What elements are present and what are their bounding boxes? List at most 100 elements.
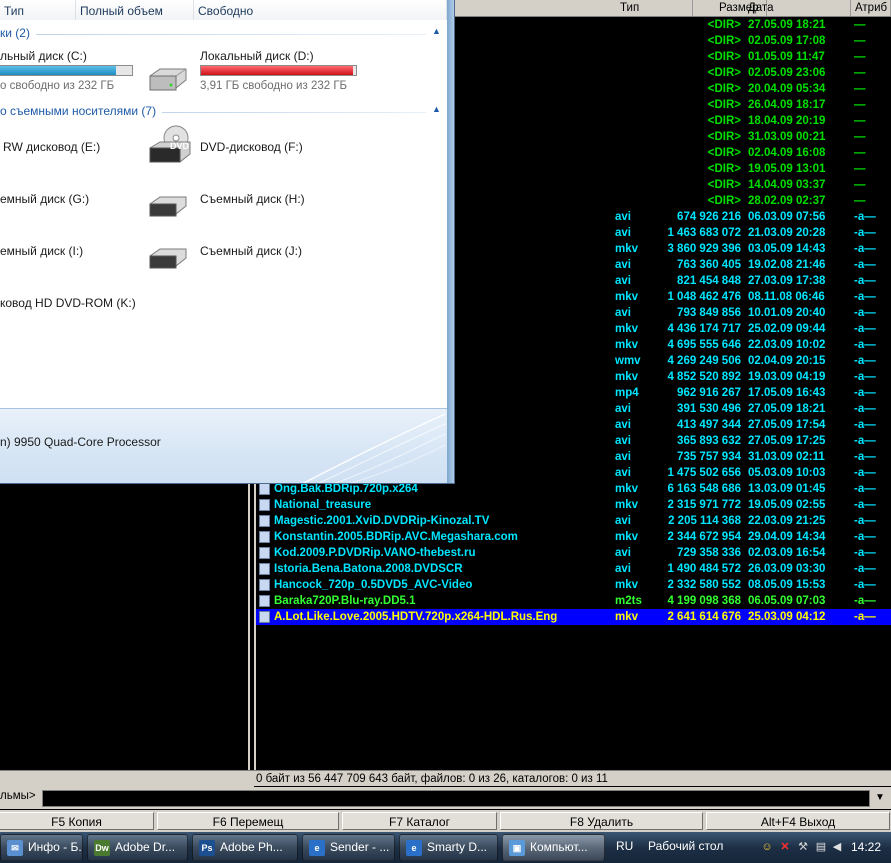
drive-e-label[interactable]: RW дисковод (E:) xyxy=(3,140,100,154)
file-size: <DIR> xyxy=(707,51,741,63)
file-row[interactable]: A.Lot.Like.Love.2005.HDTV.720p.x264-HDL.… xyxy=(256,609,891,625)
file-attributes: -a— xyxy=(854,579,876,591)
taskbar-button-label: Инфо - Б... xyxy=(28,840,83,854)
drive-g-label[interactable]: емный диск (G:) xyxy=(0,192,89,206)
file-size: 735 757 934 xyxy=(677,451,741,463)
file-row[interactable]: Baraka720P.Blu-ray.DD5.1 m2ts 4 199 098 36… xyxy=(256,593,891,609)
file-date: 08.05.09 15:53 xyxy=(748,579,826,591)
function-key-bar: F5 Копия F6 Перемещ F7 Каталог F8 Удалит… xyxy=(0,810,891,832)
taskbar-button[interactable]: e Smarty D... xyxy=(399,834,498,861)
drive-c-usage-bar xyxy=(0,65,133,76)
file-date: 06.03.09 07:56 xyxy=(748,211,826,223)
file-date: 27.05.09 17:54 xyxy=(748,419,826,431)
language-indicator[interactable]: RU xyxy=(616,839,633,853)
clock[interactable]: 14:22 xyxy=(851,840,881,854)
taskbar-button[interactable]: Dw Adobe Dr... xyxy=(87,834,188,861)
file-attributes: — xyxy=(854,83,866,95)
file-size: 3 860 929 396 xyxy=(667,243,741,255)
column-date[interactable]: Дата xyxy=(744,0,851,16)
taskbar-button[interactable]: e Sender - ... xyxy=(302,834,395,861)
chevron-down-icon[interactable]: ▼ xyxy=(872,790,888,806)
file-attributes: -a— xyxy=(854,291,876,303)
group-hard-disks[interactable]: ки (2) xyxy=(0,26,30,40)
file-row[interactable]: Konstantin.2005.BDRip.AVC.Megashara.com m… xyxy=(256,529,891,545)
user-icon[interactable]: ☺ xyxy=(760,840,774,854)
drive-k-label[interactable]: ковод HD DVD-ROM (K:) xyxy=(0,296,136,310)
processor-info: n) 9950 Quad-Core Processor xyxy=(0,435,161,449)
network-icon[interactable]: ▤ xyxy=(814,840,828,854)
file-attributes: — xyxy=(854,131,866,143)
f8-delete-button[interactable]: F8 Удалить xyxy=(500,812,703,830)
removable-drive-icon xyxy=(149,248,187,269)
f6-move-button[interactable]: F6 Перемещ xyxy=(157,812,339,830)
file-date: 28.02.09 02:37 xyxy=(748,195,826,207)
file-size: <DIR> xyxy=(707,99,741,111)
file-row[interactable]: Istoria.Bena.Batona.2008.DVDSCR avi 1 490 … xyxy=(256,561,891,577)
column-total-size[interactable]: Полный объем xyxy=(76,0,194,20)
file-name: National_treasure xyxy=(274,499,372,511)
app-icon: e xyxy=(406,840,422,856)
file-size: 1 490 484 572 xyxy=(667,563,741,575)
volume-icon[interactable]: ◀ xyxy=(830,840,844,854)
file-attributes: — xyxy=(854,115,866,127)
drive-d-usage-bar xyxy=(200,65,357,76)
drive-i-label[interactable]: емный диск (I:) xyxy=(0,244,83,258)
chevron-up-icon[interactable]: ▲ xyxy=(432,104,441,114)
file-size: 2 205 114 368 xyxy=(668,515,741,527)
file-size: 365 893 632 xyxy=(677,435,741,447)
desktop-toolbar[interactable]: Рабочий стол xyxy=(648,839,723,853)
alt-f4-exit-button[interactable]: Alt+F4 Выход xyxy=(706,812,890,830)
drive-h-label[interactable]: Съемный диск (H:) xyxy=(200,192,305,206)
file-row[interactable]: National_treasure mkv 2 315 971 772 19.05.0… xyxy=(256,497,891,513)
file-date: 22.03.09 10:02 xyxy=(748,339,826,351)
file-size: 729 358 336 xyxy=(677,547,741,559)
taskbar-button-label: Smarty D... xyxy=(427,840,488,854)
file-attributes: — xyxy=(854,195,866,207)
taskbar-button[interactable]: ▣ Компьют... xyxy=(502,834,605,861)
column-free-space[interactable]: Свободно xyxy=(194,0,447,20)
drive-f-label[interactable]: DVD-дисковод (F:) xyxy=(200,140,303,154)
file-row[interactable]: Magestic.2001.XviD.DVDRip-Kinozal.TV avi 2… xyxy=(256,513,891,529)
column-type[interactable]: Тип xyxy=(0,0,76,20)
antivirus-icon[interactable]: ✕ xyxy=(778,840,792,854)
file-size: <DIR> xyxy=(707,83,741,95)
file-size: 413 497 344 xyxy=(677,419,741,431)
group-divider xyxy=(162,112,426,113)
file-row[interactable]: Hancock_720p_0.5DVD5_AVC-Video mkv 2 332 5… xyxy=(256,577,891,593)
file-attributes: -a— xyxy=(854,419,876,431)
file-name: Kod.2009.P.DVDRip.VANO-thebest.ru xyxy=(274,547,476,559)
taskbar-button-label: Adobe Dr... xyxy=(115,840,176,854)
column-type[interactable]: Тип xyxy=(616,0,693,16)
drive-c-free: о свободно из 232 ГБ xyxy=(0,80,115,92)
file-name: Konstantin.2005.BDRip.AVC.Megashara.com xyxy=(274,531,518,543)
f7-mkdir-button[interactable]: F7 Каталог xyxy=(342,812,497,830)
file-size: 2 315 971 772 xyxy=(667,499,741,511)
file-attributes: — xyxy=(854,179,866,191)
file-name: Istoria.Bena.Batona.2008.DVDSCR xyxy=(274,563,463,575)
drive-c-label[interactable]: льный диск (C:) xyxy=(0,49,87,63)
taskbar-button[interactable]: ✉ Инфо - Б... xyxy=(0,834,83,861)
taskbar-button[interactable]: Ps Adobe Ph... xyxy=(192,834,298,861)
file-date: 27.03.09 17:38 xyxy=(748,275,826,287)
file-date: 02.04.09 20:15 xyxy=(748,355,826,367)
file-size: <DIR> xyxy=(707,195,741,207)
file-row[interactable]: Kod.2009.P.DVDRip.VANO-thebest.ru avi 729 … xyxy=(256,545,891,561)
drive-d-label[interactable]: Локальный диск (D:) xyxy=(200,49,314,63)
file-icon xyxy=(259,579,270,591)
left-file-panel[interactable] xyxy=(0,484,250,770)
explorer-window: Тип Полный объем Свободно ки (2) ▲ льный… xyxy=(0,0,455,484)
file-size: 2 641 614 676 xyxy=(667,611,741,623)
f5-copy-button[interactable]: F5 Копия xyxy=(0,812,154,830)
file-attributes: -a— xyxy=(854,611,876,623)
column-attr[interactable]: Атриб xyxy=(851,0,891,16)
command-input[interactable] xyxy=(42,790,870,807)
file-size: 391 530 496 xyxy=(677,403,741,415)
file-date: 21.03.09 20:28 xyxy=(748,227,826,239)
command-prompt: льмы> xyxy=(0,790,36,802)
group-removable[interactable]: о съемными носителями (7) xyxy=(0,104,156,118)
wrench-icon[interactable]: ⚒ xyxy=(796,840,810,854)
drive-j-label[interactable]: Съемный диск (J:) xyxy=(200,244,302,258)
file-size: <DIR> xyxy=(707,19,741,31)
file-size: <DIR> xyxy=(707,67,741,79)
chevron-up-icon[interactable]: ▲ xyxy=(432,26,441,36)
